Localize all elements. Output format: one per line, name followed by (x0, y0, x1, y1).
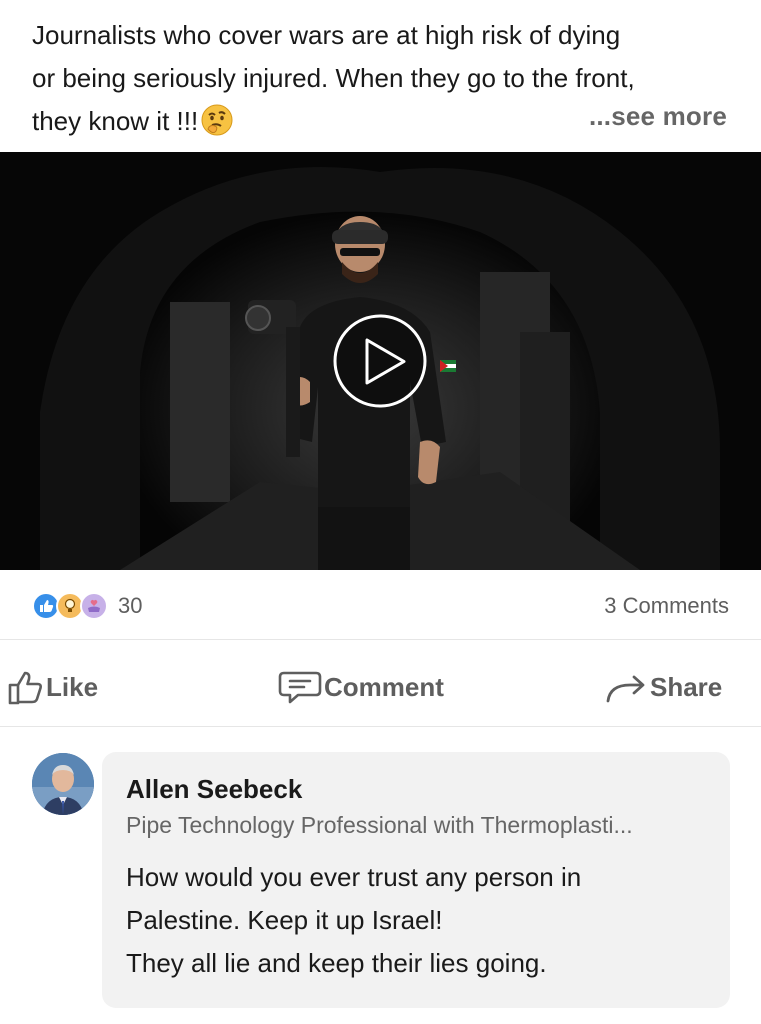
comment-body-line: They all lie and keep their lies going. (126, 948, 547, 978)
avatar[interactable] (32, 753, 94, 815)
comment-item: Allen Seebeck Pipe Technology Profession… (0, 727, 761, 1024)
social-counts-bar: 30 3 Comments (0, 570, 761, 640)
comment-body-line: How would you ever trust any person in (126, 862, 582, 892)
thinking-face-icon (201, 104, 233, 136)
thumbs-up-icon (8, 671, 42, 705)
comment-author-headline: Pipe Technology Professional with Thermo… (126, 812, 633, 838)
post-text-line: Journalists who cover wars are at high r… (32, 20, 621, 50)
comment-bubble: Allen Seebeck Pipe Technology Profession… (102, 752, 730, 1008)
play-button[interactable] (333, 314, 427, 408)
comment-body: How would you ever trust any person in P… (126, 856, 581, 985)
like-button[interactable]: Like (6, 667, 98, 707)
see-more-link[interactable]: ...see more (589, 101, 727, 132)
reaction-count: 30 (118, 593, 143, 618)
post-action-bar: Like Comment Share (0, 641, 761, 727)
comment-button[interactable]: Comment (278, 667, 444, 707)
comment-author-name[interactable]: Allen Seebeck (126, 774, 302, 805)
comments-count-link[interactable]: 3 Comments (604, 593, 729, 619)
comment-label: Comment (324, 671, 444, 702)
comment-icon (278, 671, 322, 704)
share-arrow-icon (606, 675, 645, 703)
share-label: Share (650, 671, 723, 702)
like-label: Like (46, 671, 99, 702)
video-player[interactable] (0, 152, 761, 570)
support-reaction-icon (80, 592, 108, 620)
reactions-summary[interactable]: 30 (32, 592, 142, 620)
comment-body-line: Palestine. Keep it up Israel! (126, 905, 443, 935)
share-button[interactable]: Share (604, 667, 722, 707)
post-text-line: or being seriously injured. When they go… (32, 63, 635, 93)
video-thumbnail (0, 152, 761, 570)
